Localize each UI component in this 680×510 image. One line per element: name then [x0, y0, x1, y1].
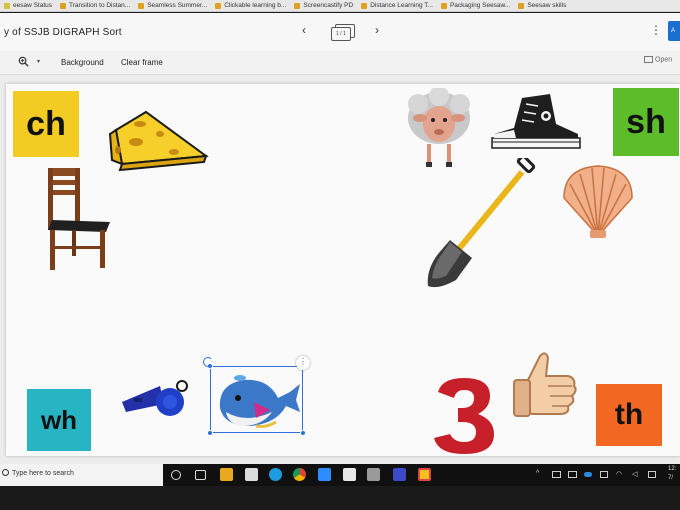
card-ch[interactable]: ch	[13, 91, 79, 157]
chevron-left-icon[interactable]: ‹	[302, 23, 306, 37]
folder-icon	[361, 2, 368, 9]
store-icon[interactable]	[245, 468, 258, 481]
task-view-icon[interactable]	[195, 470, 206, 480]
chair-picture[interactable]	[44, 166, 116, 274]
resize-handle[interactable]	[207, 430, 213, 436]
file-explorer-icon[interactable]	[220, 468, 233, 481]
add-button[interactable]: A	[668, 21, 680, 41]
zoom-in-icon[interactable]	[18, 56, 29, 70]
rotate-icon[interactable]	[203, 357, 213, 367]
card-th[interactable]: th	[596, 384, 662, 446]
open-button[interactable]: Open	[644, 56, 672, 63]
page-indicator[interactable]: 1 / 1	[331, 24, 355, 41]
bookmarks-bar: eesaw Status Transition to Distan... Sea…	[0, 0, 680, 12]
folder-icon	[294, 2, 301, 9]
taskbar-search[interactable]: Type here to search	[0, 464, 163, 486]
chevron-up-icon[interactable]: ^	[536, 470, 539, 477]
document-title: y of SSJB DIGRAPH Sort	[4, 27, 122, 38]
vertical-dots-icon[interactable]: ⋮	[650, 23, 662, 37]
folder-icon	[215, 2, 222, 9]
clock-time[interactable]: 12:	[668, 466, 676, 472]
background-button[interactable]: Background	[61, 58, 104, 67]
skype-icon[interactable]	[269, 468, 282, 481]
cortana-icon[interactable]	[171, 470, 181, 480]
clock-date[interactable]: 7/	[668, 475, 673, 481]
bookmark-clickable-learning[interactable]: Clickable learning b...	[211, 0, 290, 11]
search-icon	[2, 469, 9, 476]
tray-app-icon[interactable]	[568, 471, 577, 478]
photos-icon[interactable]	[343, 468, 356, 481]
chevron-right-icon[interactable]: ›	[375, 23, 379, 37]
windows-taskbar: Type here to search ^ ◠ ◁ 12: 7/	[0, 464, 680, 486]
selection-box	[210, 366, 303, 433]
canvas-area: ch sh wh th ⋮	[0, 75, 680, 465]
vertical-dots-icon[interactable]: ⋮	[296, 356, 310, 370]
card-sh[interactable]: sh	[613, 88, 679, 156]
bookmark-screencastify[interactable]: Screencastify PD	[290, 0, 357, 11]
canvas-toolbar: ▾ Background Clear frame Open	[0, 51, 680, 75]
search-placeholder: Type here to search	[12, 470, 74, 477]
keyboard-icon[interactable]	[648, 471, 656, 478]
monitor-bezel	[0, 486, 680, 510]
shell-picture[interactable]	[558, 162, 638, 242]
bookmark-transition[interactable]: Transition to Distan...	[56, 0, 134, 11]
shoe-picture[interactable]	[490, 94, 582, 152]
sticky-notes-icon[interactable]	[418, 468, 431, 481]
battery-icon[interactable]	[600, 471, 608, 478]
bookmark-packaging-seesaw[interactable]: Packaging Seesaw...	[437, 0, 514, 11]
bookmark-distance-learning[interactable]: Distance Learning T...	[357, 0, 437, 11]
chevron-down-icon[interactable]: ▾	[37, 58, 40, 65]
drawing-canvas[interactable]: ch sh wh th ⋮	[6, 84, 680, 456]
bookmark-seesaw-status[interactable]: eesaw Status	[0, 0, 56, 11]
shovel-picture[interactable]	[426, 158, 542, 290]
seesaw-icon	[4, 2, 10, 9]
zoom-app-icon[interactable]	[318, 468, 331, 481]
whistle-picture[interactable]	[120, 378, 190, 422]
folder-icon	[518, 2, 525, 9]
cheese-picture[interactable]	[106, 108, 210, 172]
folder-icon	[440, 2, 447, 9]
thumbs-up-picture[interactable]	[508, 348, 580, 420]
onedrive-icon[interactable]	[584, 472, 592, 477]
app-icon[interactable]	[367, 468, 380, 481]
tray-app-icon[interactable]	[552, 471, 561, 478]
monitor-icon	[644, 56, 653, 63]
folder-icon	[138, 2, 145, 9]
bookmark-seamless-summer[interactable]: Seamless Summer...	[134, 0, 211, 11]
resize-handle[interactable]	[300, 430, 306, 436]
chrome-icon[interactable]	[293, 468, 306, 481]
clear-frame-button[interactable]: Clear frame	[121, 58, 163, 67]
number-three-picture[interactable]	[430, 376, 500, 456]
teams-icon[interactable]	[393, 468, 406, 481]
wifi-icon[interactable]: ◠	[616, 470, 622, 478]
bookmark-seesaw-skills[interactable]: Seesaw skills	[514, 0, 570, 11]
volume-icon[interactable]: ◁	[632, 470, 637, 478]
title-bar: y of SSJB DIGRAPH Sort ‹ 1 / 1 › ⋮ A	[0, 13, 680, 51]
page-count: 1 / 1	[331, 27, 351, 41]
card-wh[interactable]: wh	[27, 389, 91, 451]
folder-icon	[60, 2, 67, 9]
